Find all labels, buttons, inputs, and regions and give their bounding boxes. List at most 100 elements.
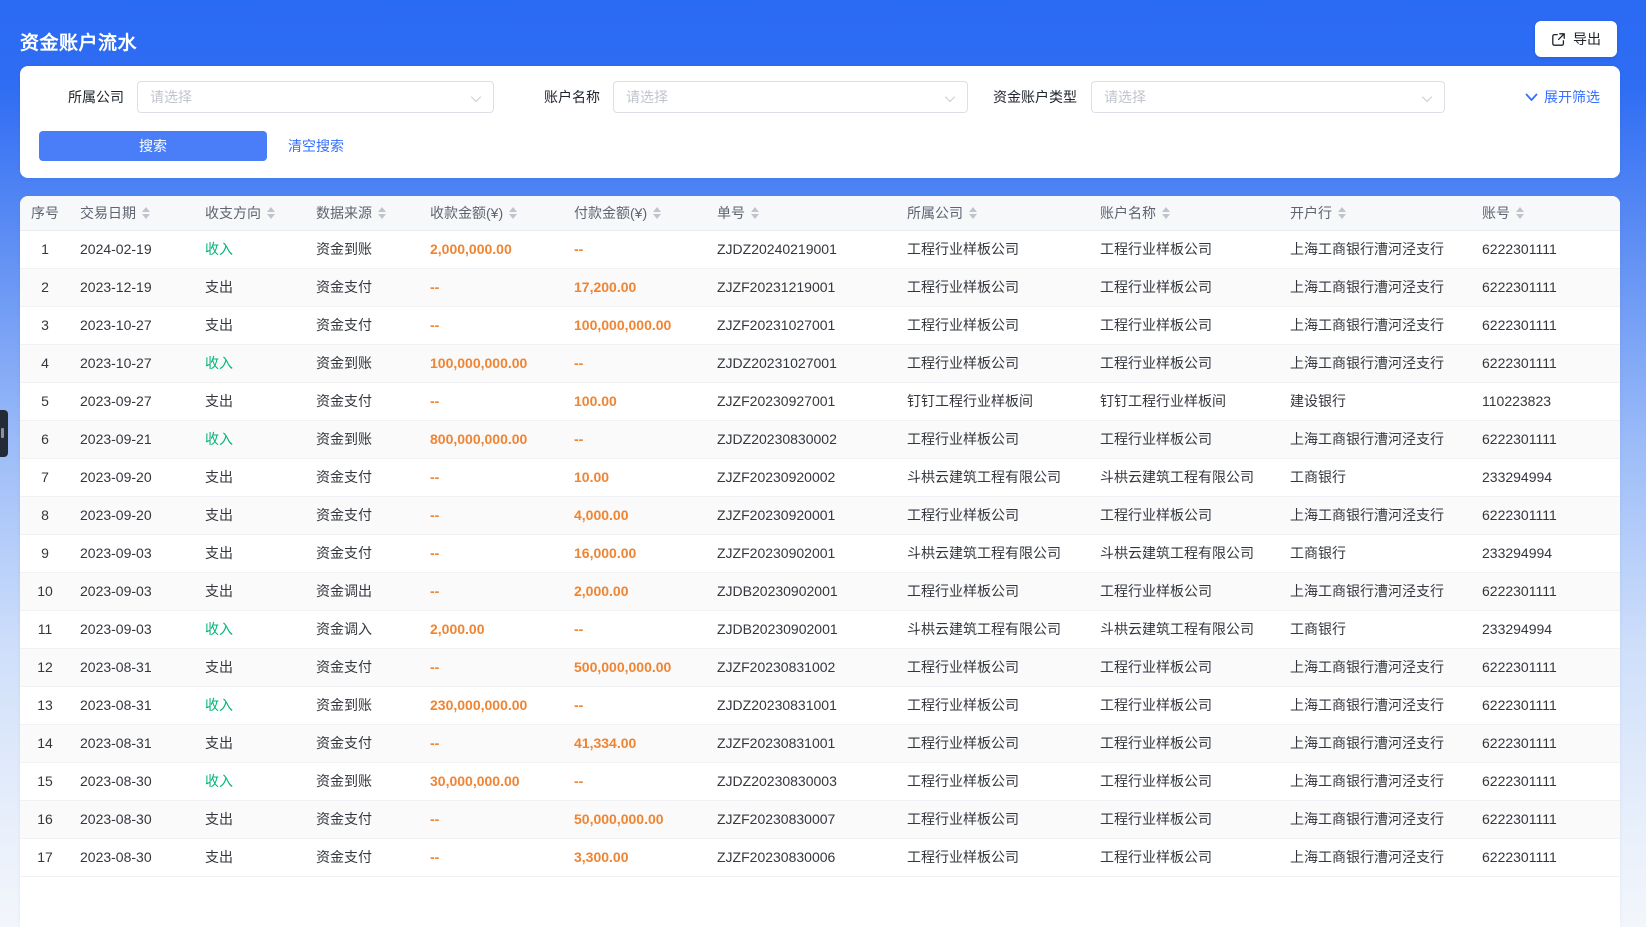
expand-filters-link[interactable]: 展开筛选 [1525,87,1600,107]
sort-icon[interactable] [267,207,275,219]
cell-date: 2023-12-19 [70,268,205,306]
table-row: 142023-08-31支出资金支付--41,334.00ZJZF2023083… [20,724,1620,762]
cell-bank: 上海工商银行漕河泾支行 [1290,686,1482,724]
filter-label-account-type: 资金账户类型 [993,87,1077,107]
col-header-amount-out[interactable]: 付款金额(¥) [574,196,717,230]
cell-amount-in: -- [430,534,574,572]
cell-account-no: 6222301111 [1482,762,1620,800]
sort-icon[interactable] [1338,207,1346,219]
cell-account-no: 6222301111 [1482,800,1620,838]
cell-order-no: ZJZF20230831001 [717,724,907,762]
cell-date: 2023-08-31 [70,648,205,686]
col-header-account-name[interactable]: 账户名称 [1100,196,1290,230]
col-header-date[interactable]: 交易日期 [70,196,205,230]
cell-order-no: ZJDZ20240219001 [717,230,907,268]
cell-amount-out: 500,000,000.00 [574,648,717,686]
sort-icon[interactable] [1516,207,1524,219]
cell-order-no: ZJDZ20230831001 [717,686,907,724]
cell-account-name: 斗栱云建筑工程有限公司 [1100,534,1290,572]
table-row: 102023-09-03支出资金调出--2,000.00ZJDB20230902… [20,572,1620,610]
cell-date: 2023-08-30 [70,838,205,876]
cell-amount-out: -- [574,344,717,382]
table-row: 12024-02-19收入资金到账2,000,000.00--ZJDZ20240… [20,230,1620,268]
account-name-select[interactable]: 请选择 [613,81,968,113]
col-header-account-no[interactable]: 账号 [1482,196,1620,230]
col-header-label: 数据来源 [316,203,372,223]
chevron-down-icon [945,92,955,102]
sort-icon[interactable] [142,207,150,219]
col-header-bank[interactable]: 开户行 [1290,196,1482,230]
cell-amount-in: -- [430,306,574,344]
col-header-amount-in[interactable]: 收款金额(¥) [430,196,574,230]
sort-icon[interactable] [509,207,517,219]
cell-seq: 12 [20,648,70,686]
cell-account-name: 工程行业样板公司 [1100,306,1290,344]
cell-account-name: 工程行业样板公司 [1100,800,1290,838]
cell-order-no: ZJZF20230830007 [717,800,907,838]
cell-source: 资金支付 [316,648,430,686]
cell-account-name: 工程行业样板公司 [1100,838,1290,876]
cell-bank: 上海工商银行漕河泾支行 [1290,800,1482,838]
sort-icon[interactable] [751,207,759,219]
col-header-order-no[interactable]: 单号 [717,196,907,230]
sort-icon[interactable] [1162,207,1170,219]
export-button[interactable]: 导出 [1535,21,1617,57]
cell-bank: 工商银行 [1290,610,1482,648]
cell-account-name: 工程行业样板公司 [1100,344,1290,382]
cell-amount-in: -- [430,724,574,762]
cell-account-no: 233294994 [1482,610,1620,648]
table-row: 92023-09-03支出资金支付--16,000.00ZJZF20230902… [20,534,1620,572]
cell-amount-out: 2,000.00 [574,572,717,610]
cell-account-name: 工程行业样板公司 [1100,230,1290,268]
cell-source: 资金调入 [316,610,430,648]
cell-bank: 上海工商银行漕河泾支行 [1290,648,1482,686]
cell-account-no: 6222301111 [1482,572,1620,610]
cell-amount-out: 100,000,000.00 [574,306,717,344]
cell-direction: 支出 [205,496,316,534]
col-header-company[interactable]: 所属公司 [907,196,1100,230]
cell-seq: 16 [20,800,70,838]
cell-company: 工程行业样板公司 [907,800,1100,838]
clear-search-link[interactable]: 清空搜索 [288,136,344,156]
sort-icon[interactable] [653,207,661,219]
cell-amount-out: 4,000.00 [574,496,717,534]
cell-date: 2023-09-03 [70,610,205,648]
table-row: 122023-08-31支出资金支付--500,000,000.00ZJZF20… [20,648,1620,686]
company-select[interactable]: 请选择 [137,81,494,113]
cell-direction: 支出 [205,268,316,306]
cell-seq: 7 [20,458,70,496]
cell-account-name: 工程行业样板公司 [1100,572,1290,610]
search-button[interactable]: 搜索 [39,131,267,161]
sort-icon[interactable] [969,207,977,219]
cell-amount-in: -- [430,648,574,686]
cell-amount-in: 2,000,000.00 [430,230,574,268]
cell-source: 资金支付 [316,724,430,762]
cell-amount-in: 30,000,000.00 [430,762,574,800]
cell-account-name: 工程行业样板公司 [1100,420,1290,458]
col-header-label: 单号 [717,203,745,223]
col-header-label: 账户名称 [1100,203,1156,223]
cell-source: 资金到账 [316,230,430,268]
collapsed-side-handle[interactable] [0,410,8,457]
cell-direction: 收入 [205,610,316,648]
cell-amount-in: -- [430,572,574,610]
cell-order-no: ZJZF20230830006 [717,838,907,876]
col-header-seq: 序号 [20,196,70,230]
cell-amount-in: 230,000,000.00 [430,686,574,724]
cell-company: 钉钉工程行业样板间 [907,382,1100,420]
table-row: 162023-08-30支出资金支付--50,000,000.00ZJZF202… [20,800,1620,838]
cell-direction: 支出 [205,724,316,762]
cell-account-no: 6222301111 [1482,268,1620,306]
cell-direction: 支出 [205,572,316,610]
sort-icon[interactable] [378,207,386,219]
cell-source: 资金到账 [316,420,430,458]
col-header-direction[interactable]: 收支方向 [205,196,316,230]
account-type-select[interactable]: 请选择 [1091,81,1445,113]
cell-seq: 10 [20,572,70,610]
cell-order-no: ZJZF20230927001 [717,382,907,420]
cell-amount-in: 800,000,000.00 [430,420,574,458]
cell-date: 2023-08-30 [70,800,205,838]
expand-filters-label: 展开筛选 [1544,87,1600,107]
cell-source: 资金到账 [316,686,430,724]
col-header-source[interactable]: 数据来源 [316,196,430,230]
